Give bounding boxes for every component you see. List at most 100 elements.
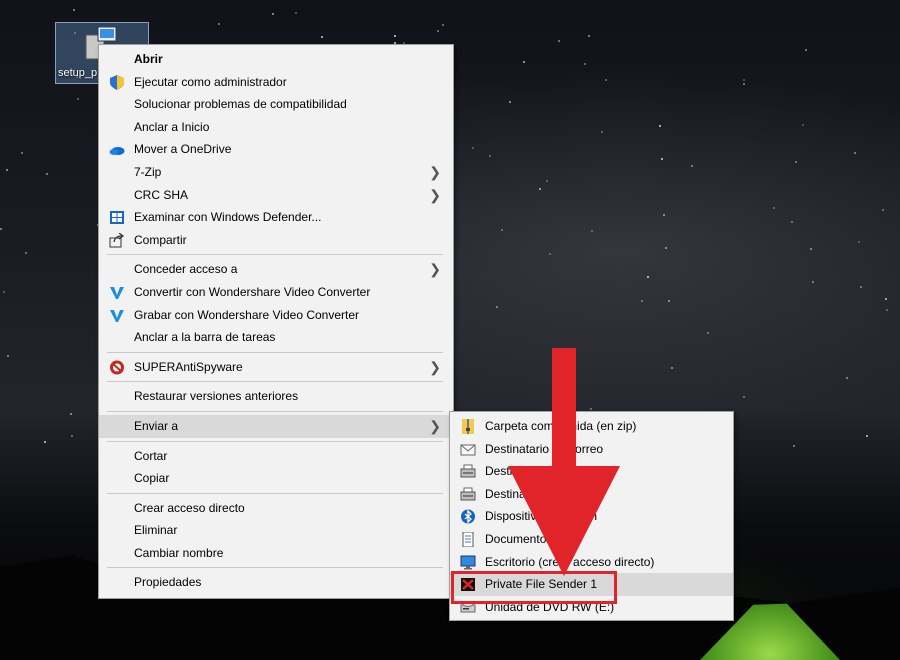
menu-item-crc-sha[interactable]: CRC SHA ❯	[99, 184, 453, 207]
star	[489, 155, 491, 157]
star	[394, 35, 396, 37]
star	[743, 396, 745, 398]
zip-folder-icon	[460, 419, 476, 434]
star	[3, 291, 5, 293]
menu-item-label: Ejecutar como administrador	[134, 74, 287, 89]
menu-item-label: SUPERAntiSpyware	[134, 359, 243, 374]
chevron-right-icon: ❯	[429, 163, 441, 180]
star	[860, 286, 862, 288]
menu-separator	[107, 351, 443, 353]
star	[866, 435, 868, 437]
menu-separator	[107, 567, 443, 569]
menu-item-label: Restaurar versiones anteriores	[134, 389, 299, 404]
star	[641, 300, 643, 302]
onedrive-icon	[109, 142, 125, 157]
star	[272, 13, 274, 15]
menu-item-anclar-a-la-barra-de-tareas[interactable]: Anclar a la barra de tareas	[99, 326, 453, 349]
star	[584, 63, 586, 65]
star	[671, 367, 673, 369]
star	[70, 413, 72, 415]
star	[773, 207, 775, 209]
star	[21, 152, 23, 154]
menu-separator	[107, 440, 443, 442]
star	[588, 35, 590, 37]
menu-item-propiedades[interactable]: Propiedades	[99, 571, 453, 594]
menu-item-eliminar[interactable]: Eliminar	[99, 519, 453, 542]
star	[0, 228, 2, 230]
menu-item-abrir[interactable]: Abrir	[99, 48, 453, 71]
star	[858, 241, 860, 243]
star	[743, 83, 745, 85]
menu-item-label: Anclar a la barra de tareas	[134, 330, 276, 345]
star	[44, 441, 46, 443]
menu-item-label: Abrir	[134, 52, 163, 66]
menu-item-label: Propiedades	[134, 575, 202, 590]
menu-item-grabar-con-wondershare-video-converter[interactable]: Grabar con Wondershare Video Converter	[99, 304, 453, 327]
red-arrow-annotation	[508, 348, 620, 576]
star	[647, 276, 649, 278]
menu-item-superantispyware[interactable]: SUPERAntiSpyware ❯	[99, 356, 453, 379]
star	[539, 188, 541, 190]
star	[523, 61, 525, 63]
menu-item-ejecutar-como-administrador[interactable]: Ejecutar como administrador	[99, 71, 453, 94]
menu-item-compartir[interactable]: Compartir	[99, 229, 453, 252]
menu-item-solucionar-problemas-de-compatibilidad[interactable]: Solucionar problemas de compatibilidad	[99, 93, 453, 116]
star	[665, 247, 667, 249]
star	[886, 309, 888, 311]
desktop-file-label: setup_p	[58, 67, 98, 79]
menu-item-enviar-a[interactable]: Enviar a ❯	[99, 414, 453, 438]
mail-icon	[460, 442, 476, 457]
star	[71, 435, 73, 437]
star	[7, 355, 9, 357]
menu-item-label: Cortar	[134, 448, 168, 463]
menu-item-label: Compartir	[134, 232, 187, 247]
menu-item-label: Copiar	[134, 471, 170, 486]
menu-item-7-zip[interactable]: 7-Zip ❯	[99, 161, 453, 184]
star	[659, 125, 661, 127]
star	[591, 230, 593, 232]
chevron-right-icon: ❯	[429, 358, 441, 375]
menu-item-cambiar-nombre[interactable]: Cambiar nombre	[99, 542, 453, 565]
star	[885, 298, 887, 300]
menu-item-crear-acceso-directo[interactable]: Crear acceso directo	[99, 497, 453, 520]
star	[791, 221, 793, 223]
desktop-icon	[460, 555, 476, 570]
chevron-right-icon: ❯	[429, 186, 441, 203]
star	[218, 23, 220, 25]
menu-separator	[107, 410, 443, 412]
menu-item-copiar[interactable]: Copiar	[99, 467, 453, 490]
superantispyware-icon	[109, 360, 125, 375]
menu-item-label: Anclar a Inicio	[134, 119, 210, 134]
star	[810, 248, 812, 250]
menu-item-label: Solucionar problemas de compatibilidad	[134, 97, 347, 112]
menu-item-label: Eliminar	[134, 523, 178, 538]
wondershare-icon	[109, 285, 125, 300]
menu-separator	[107, 492, 443, 494]
star	[25, 252, 27, 254]
menu-item-label: Cambiar nombre	[134, 545, 224, 560]
star	[661, 158, 663, 160]
menu-item-examinar-con-windows-defender[interactable]: Examinar con Windows Defender...	[99, 206, 453, 229]
star	[668, 300, 670, 302]
star	[6, 169, 8, 171]
menu-item-cortar[interactable]: Cortar	[99, 445, 453, 468]
menu-item-label: Crear acceso directo	[134, 500, 245, 515]
uac-shield-icon	[109, 74, 125, 90]
menu-item-anclar-a-inicio[interactable]: Anclar a Inicio	[99, 116, 453, 139]
star	[802, 124, 804, 126]
star	[663, 214, 665, 216]
menu-item-mover-a-onedrive[interactable]: Mover a OneDrive	[99, 138, 453, 161]
star	[496, 306, 498, 308]
menu-item-restaurar-versiones-anteriores[interactable]: Restaurar versiones anteriores	[99, 385, 453, 408]
menu-item-convertir-con-wondershare-video-converter[interactable]: Convertir con Wondershare Video Converte…	[99, 281, 453, 304]
menu-item-conceder-acceso-a[interactable]: Conceder acceso a ❯	[99, 258, 453, 281]
star	[73, 9, 75, 11]
star	[509, 101, 511, 103]
chevron-right-icon: ❯	[429, 261, 441, 278]
star	[77, 98, 79, 100]
star	[501, 229, 503, 231]
menu-item-label: Grabar con Wondershare Video Converter	[134, 307, 360, 322]
star	[793, 445, 795, 447]
bluetooth-icon	[460, 509, 476, 524]
star	[601, 131, 603, 133]
